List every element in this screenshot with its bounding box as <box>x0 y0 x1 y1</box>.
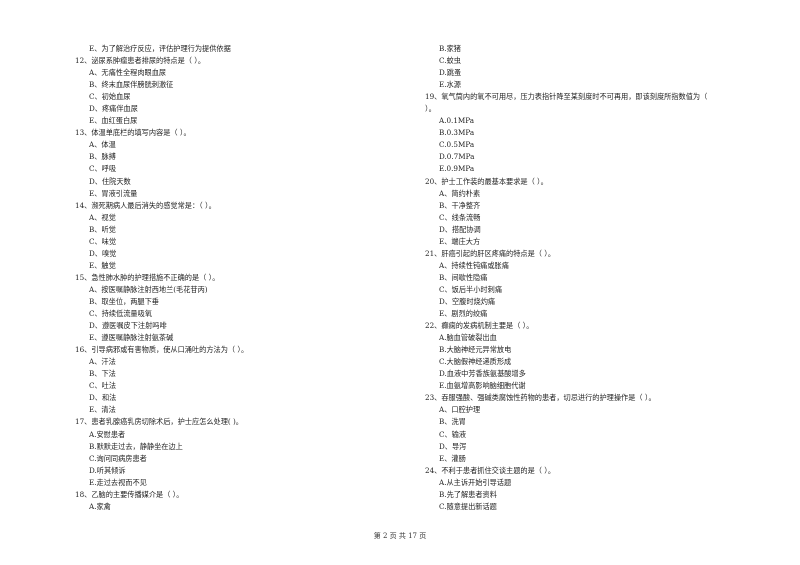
question-text: 16、引导病邪或有害物质，使从口涌吐的方法为（ ）。 <box>75 345 249 355</box>
question-text: 22、癫痫的发病机制主要是（ ）。 <box>425 321 534 331</box>
answer-option: A、持续性钝痛或胀痛 <box>439 260 509 270</box>
answer-option: C、持续低流量吸氧 <box>89 309 153 319</box>
answer-option: B、下法 <box>89 369 116 379</box>
answer-option: E.血氨增高影响脑细胞代谢 <box>439 381 526 391</box>
answer-option: E、剧烈的绞痛 <box>439 309 488 319</box>
answer-option: D、和法 <box>89 393 117 403</box>
right-column: B.家猪 C.蚊虫 D.跳蚤 E.水源 19、氧气筒内的氧不可用尽，压力表指针降至某刻度… <box>425 43 755 513</box>
answer-option: B.大脑神经元异常放电 <box>439 345 512 355</box>
answer-option: E、灌肠 <box>439 453 466 463</box>
answer-option: D.0.7MPa <box>439 152 475 162</box>
question-text: 14、濒死期病人最后消失的感觉常是：（ ）。 <box>75 200 216 210</box>
answer-option: A.从主诉开始引导话题 <box>439 477 512 487</box>
answer-option: B、干净整齐 <box>439 200 481 210</box>
page-footer: 第 2 页 共 17 页 <box>373 532 427 540</box>
answer-option: D、搭配协调 <box>439 224 481 234</box>
answer-option: D、住院天数 <box>89 176 131 186</box>
answer-option: C.询问同病房患者 <box>89 453 147 463</box>
answer-option: A、按医嘱静脉注射西地兰(毛花苷丙) <box>89 284 208 294</box>
answer-option: B.先了解患者资料 <box>439 489 497 499</box>
answer-option: E.水源 <box>439 80 461 90</box>
question-text: 17、患者乳腺癌乳房切除术后，护士应怎么处理( )。 <box>75 417 243 427</box>
answer-option: D、疼痛伴血尿 <box>89 104 138 114</box>
answer-option: C、味觉 <box>89 236 117 246</box>
answer-option: A、汗法 <box>89 357 116 367</box>
question-text: 24、不利于患者抓住交谈主题的是（ ）。 <box>425 465 556 475</box>
answer-option: B、脉搏 <box>89 152 116 162</box>
answer-option: E、胃液引流量 <box>89 188 138 198</box>
question-text: 15、急性肺水肿的护理措施不正确的是（ ）。 <box>75 272 220 282</box>
answer-option: C、呼吸 <box>89 164 117 174</box>
answer-option: B、听觉 <box>89 224 116 234</box>
answer-option: D、空腹时烧灼痛 <box>439 296 496 306</box>
answer-option: A、体温 <box>89 140 116 150</box>
answer-option: B、间歇性隐痛 <box>439 272 488 282</box>
answer-option: B、终末血尿伴膀胱刺激征 <box>89 80 174 90</box>
answer-option: C.0.5MPa <box>439 140 475 150</box>
answer-option: A.家禽 <box>89 501 111 511</box>
answer-option: D.血液中芳香族氨基酸增多 <box>439 369 526 379</box>
answer-option: A.脑血管破裂出血 <box>439 333 497 343</box>
answer-option: D、遵医嘱皮下注射吗啡 <box>89 321 167 331</box>
answer-option: A、视觉 <box>89 212 116 222</box>
answer-option: E、端庄大方 <box>439 236 481 246</box>
answer-option: C、吐法 <box>89 381 117 391</box>
question-text: 23、吞服强酸、强碱类腐蚀性药物的患者，切忌进行的护理操作是（ ）。 <box>425 393 656 403</box>
answer-option: C、线条流畅 <box>439 212 481 222</box>
answer-option: E.走过去视而不见 <box>89 477 147 487</box>
answer-option: A、口腔护理 <box>439 405 481 415</box>
answer-option: A、简约朴素 <box>439 188 481 198</box>
question-text: 12、泌尿系肿瘤患者排尿的特点是（ ）。 <box>75 56 206 66</box>
answer-option: B.默默走过去，静静坐在边上 <box>89 441 183 451</box>
answer-option: C.蚊虫 <box>439 56 461 66</box>
answer-option: E、为了解治疗反应，评估护理行为提供依据 <box>89 44 231 53</box>
answer-option: C、输液 <box>439 429 467 439</box>
answer-option: B.0.3MPa <box>439 128 475 138</box>
answer-option: D、导泻 <box>439 441 467 451</box>
answer-option: A.安慰患者 <box>89 429 126 439</box>
question-text: 21、肝癌引起的肝区疼痛的特点是（ ）。 <box>425 248 556 258</box>
answer-option: C.随意提出新话题 <box>439 501 497 511</box>
answer-option: E、触觉 <box>89 260 116 270</box>
question-text: 19、氧气筒内的氧不可用尽，压力表指针降至某刻度时不可再用，即该刻度所指数值为（ <box>425 92 708 102</box>
question-text: 20、护士工作装的最基本要求是（ ）。 <box>425 176 548 186</box>
answer-option: A、无痛性全程肉眼血尿 <box>89 68 167 78</box>
answer-option: E.0.9MPa <box>439 164 475 174</box>
answer-option: E、清法 <box>89 405 116 415</box>
answer-option: C.大脑假神经递质形成 <box>439 357 512 367</box>
answer-option: A.0.1MPa <box>439 116 475 126</box>
answer-option: D.听其倾诉 <box>89 465 126 475</box>
question-text: 13、体温单底栏的填写内容是（ ）。 <box>75 128 191 138</box>
question-text: 18、乙脑的主要传播媒介是（ ）。 <box>75 489 184 499</box>
answer-option: E、遵医嘱静脉注射氨茶碱 <box>89 333 174 343</box>
answer-option: B.家猪 <box>439 44 461 53</box>
answer-option: E、血红蛋白尿 <box>89 116 138 126</box>
answer-option: B、洗胃 <box>439 417 466 427</box>
answer-option: B、取坐位，两腿下垂 <box>89 296 159 306</box>
answer-option: C、初始血尿 <box>89 92 131 102</box>
left-column: E、为了解治疗反应，评估护理行为提供依据 12、泌尿系肿瘤患者排尿的特点是（ ）。… <box>75 43 395 513</box>
answer-option: D.跳蚤 <box>439 68 462 78</box>
answer-option: D、嗅觉 <box>89 248 117 258</box>
question-text: ）。 <box>425 104 436 114</box>
answer-option: C、饭后半小时刺痛 <box>439 284 503 294</box>
